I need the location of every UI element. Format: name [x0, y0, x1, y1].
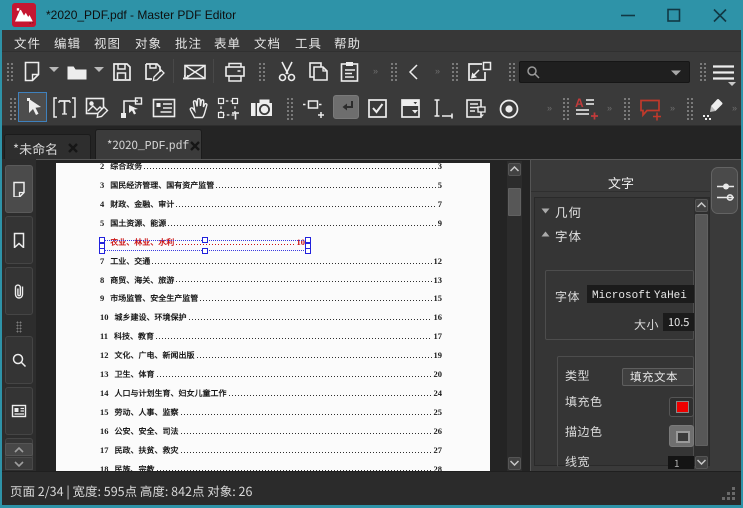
svg-text:A: A: [575, 97, 584, 110]
